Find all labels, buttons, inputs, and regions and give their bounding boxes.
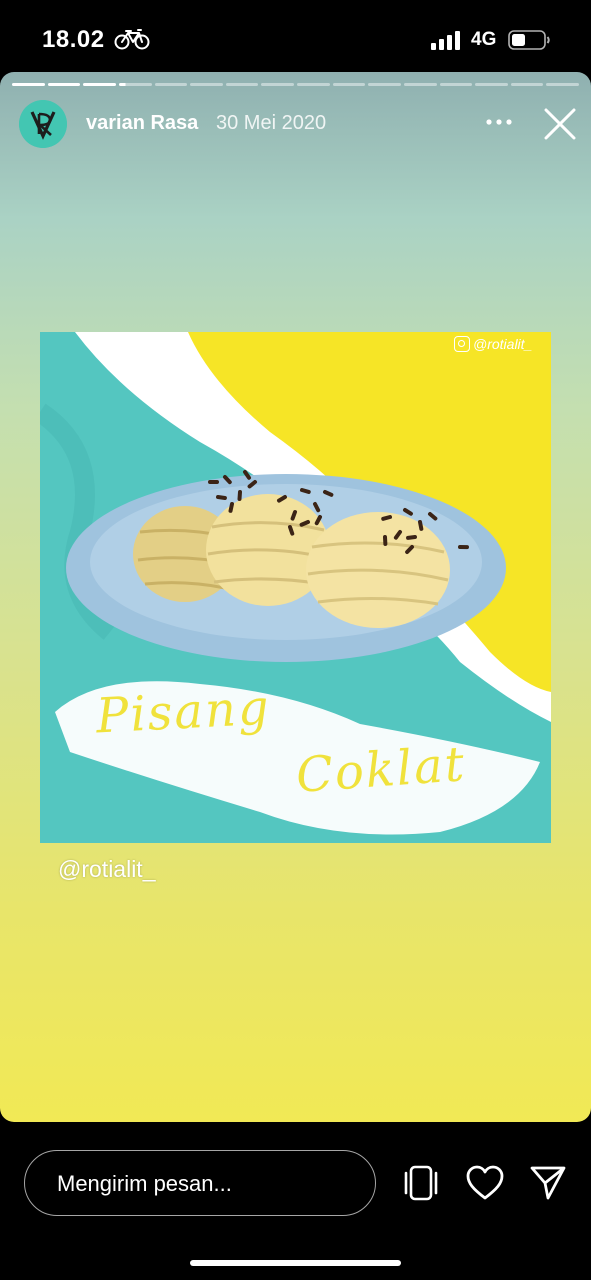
progress-segment [439,83,473,86]
heart-icon[interactable] [465,1164,505,1202]
message-input[interactable]: Mengirim pesan... [24,1150,376,1216]
cellular-signal-icon [431,31,460,50]
progress-segment [118,83,152,86]
bicycle-icon [114,29,150,50]
progress-segment [403,83,437,86]
progress-segment [83,83,116,86]
chocolate-sprinkle [288,525,295,536]
avatar[interactable] [19,100,67,148]
progress-segment [475,83,508,86]
more-options-icon[interactable] [484,114,514,130]
share-story-icon[interactable] [402,1164,440,1202]
progress-segment [368,83,401,86]
progress-segment [190,83,223,86]
chocolate-sprinkle [381,515,392,521]
progress-segment [47,83,81,86]
status-bar: 18.02 4G [0,0,591,72]
chocolate-sprinkle [290,510,297,521]
chocolate-sprinkle [216,495,227,500]
progress-segment [546,83,579,86]
progress-segment [12,83,45,86]
battery-icon [508,30,550,50]
story-progress-bar [12,83,579,86]
chocolate-sprinkle [300,488,311,494]
watermark-handle: @rotialit_ [473,336,533,352]
network-type: 4G [471,29,497,50]
progress-segment [154,83,188,86]
send-icon[interactable] [529,1164,567,1202]
progress-segment [225,83,259,86]
image-title-line1: Pisang [94,679,272,745]
chocolate-sprinkle [313,502,321,513]
chocolate-sprinkle [418,520,424,531]
status-time: 18.02 [42,26,105,53]
mention-sticker[interactable]: @rotialit_ [58,856,156,883]
instagram-icon [454,336,470,352]
story-username[interactable]: varian Rasa [86,112,198,135]
message-placeholder: Mengirim pesan... [57,1171,232,1196]
chocolate-sprinkle [299,520,310,527]
progress-segment [261,83,294,86]
progress-segment [297,83,330,86]
progress-segment [332,83,366,86]
avatar-logo-icon [19,100,67,148]
image-watermark: @rotialit_ [454,336,532,352]
chocolate-sprinkle [228,502,234,513]
image-title-line2: Coklat [294,736,468,804]
story-date: 30 Mei 2020 [216,112,327,134]
story-viewer[interactable]: varian Rasa 30 Mei 2020 @rotialit_ Pisan… [0,72,591,1122]
chocolate-sprinkle [323,490,334,497]
progress-segment [510,83,544,86]
chocolate-sprinkle [406,535,417,540]
close-icon[interactable] [543,107,577,141]
home-indicator[interactable] [190,1260,401,1266]
shared-post-image[interactable]: @rotialit_ Pisang Coklat [40,332,551,843]
